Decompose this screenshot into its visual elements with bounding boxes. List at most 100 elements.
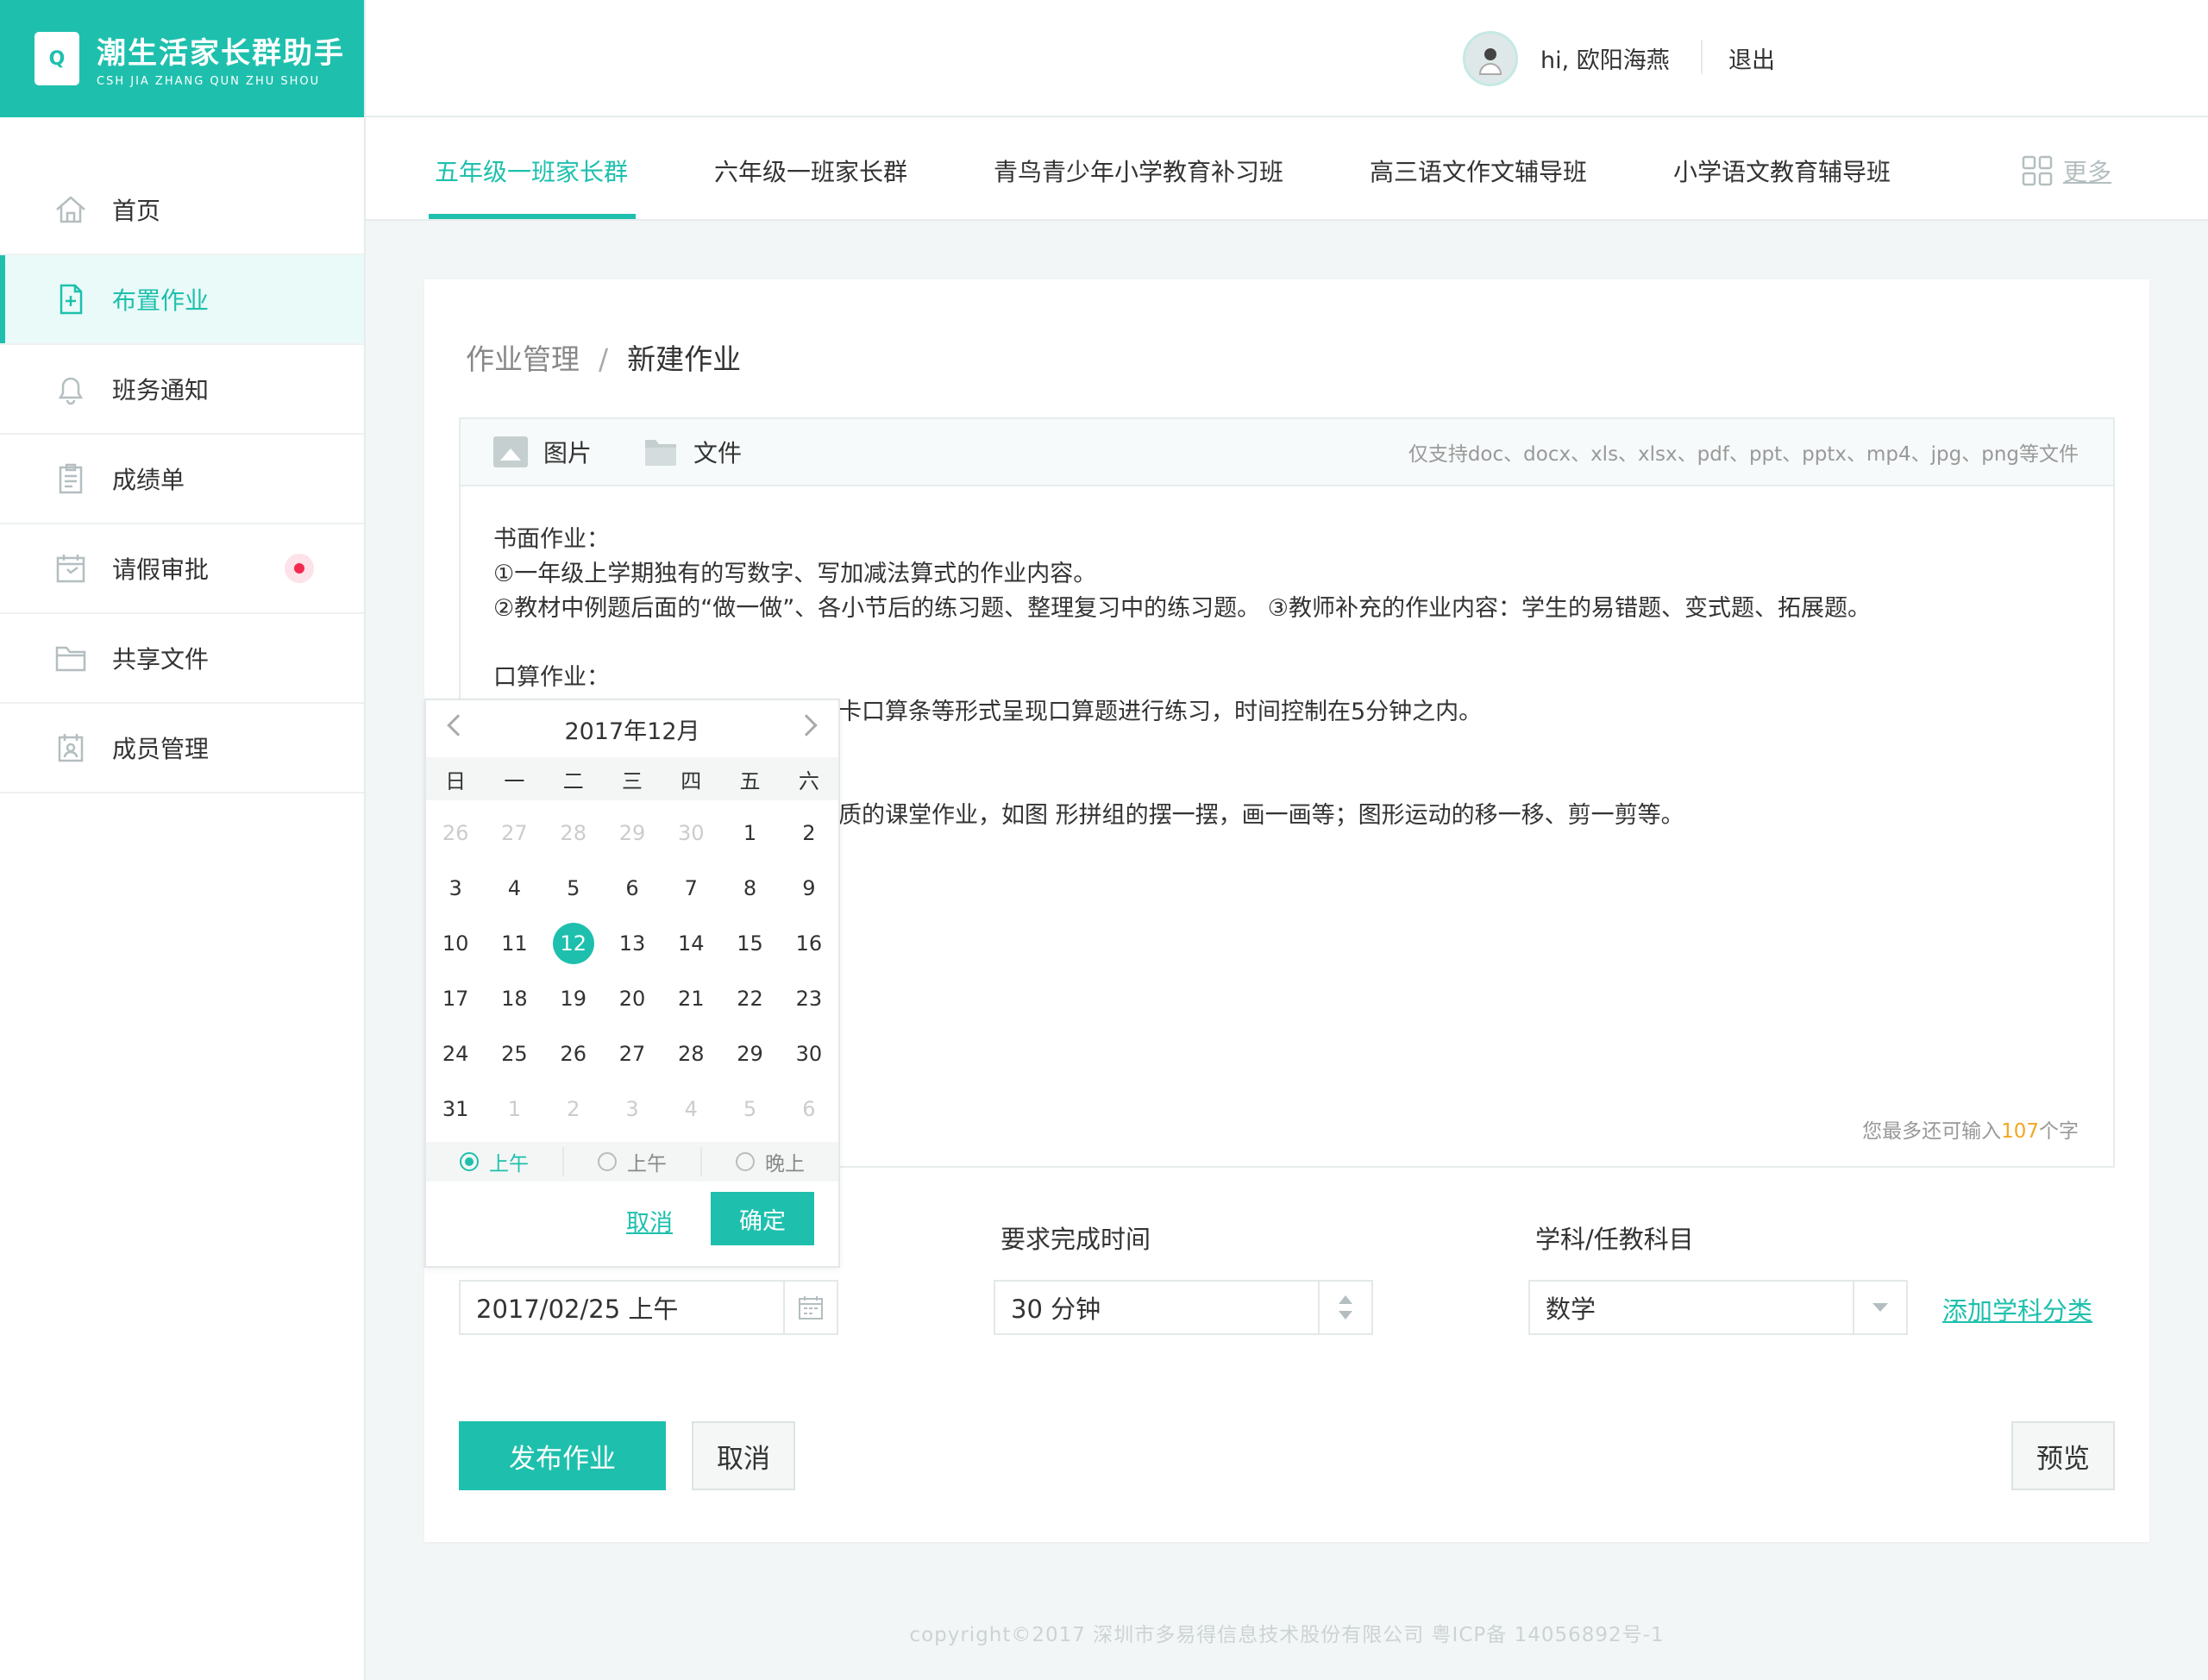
calendar-day[interactable]: 26: [544, 1026, 603, 1081]
calendar-icon: [56, 555, 85, 583]
sidebar-item-files[interactable]: 共享文件: [0, 614, 364, 704]
logout-button[interactable]: 退出: [1728, 41, 1775, 75]
calendar-day[interactable]: 1: [485, 1081, 543, 1137]
calendar-day[interactable]: 19: [544, 971, 603, 1026]
calendar-day[interactable]: 30: [780, 1026, 838, 1081]
sidebar-item-grades[interactable]: 成绩单: [0, 435, 364, 524]
subject-select[interactable]: 数学: [1528, 1280, 1908, 1335]
tab-group-2[interactable]: 六年级一班家长群: [714, 154, 907, 188]
tab-group-3[interactable]: 青鸟青少年小学教育补习班: [994, 154, 1283, 188]
calendar-day[interactable]: 14: [662, 916, 720, 971]
period-option[interactable]: 上午: [564, 1147, 702, 1176]
calendar-day[interactable]: 17: [426, 971, 485, 1026]
calendar-day[interactable]: 27: [603, 1026, 662, 1081]
sidebar-item-members[interactable]: 成员管理: [0, 704, 364, 793]
calendar-day[interactable]: 4: [485, 861, 543, 916]
cancel-button[interactable]: 取消: [692, 1421, 795, 1490]
calendar-day[interactable]: 9: [780, 861, 838, 916]
calendar-day[interactable]: 29: [603, 806, 662, 861]
calendar-day-selected[interactable]: 12: [544, 916, 603, 971]
chevron-down-icon: [1872, 1303, 1888, 1312]
date-picker-button[interactable]: [783, 1282, 837, 1333]
calendar-day[interactable]: 5: [544, 861, 603, 916]
period-label: 晚上: [765, 1153, 805, 1175]
more-tabs-button[interactable]: 更多: [2022, 154, 2111, 188]
calendar-day[interactable]: 30: [662, 806, 720, 861]
calendar-day[interactable]: 31: [426, 1081, 485, 1137]
calendar-day[interactable]: 10: [426, 916, 485, 971]
date-picker-cancel-button[interactable]: 取消: [626, 1204, 673, 1238]
calendar-day[interactable]: 21: [662, 971, 720, 1026]
calendar-day[interactable]: 28: [662, 1026, 720, 1081]
calendar-day[interactable]: 20: [603, 971, 662, 1026]
calendar-day[interactable]: 26: [426, 806, 485, 861]
calendar-day[interactable]: 2: [544, 1081, 603, 1137]
date-picker-confirm-button[interactable]: 确定: [711, 1192, 814, 1245]
calendar-day-number: 29: [737, 1042, 763, 1066]
editor-toolbar: 图片 文件 仅支持doc、docx、xls、xlsx、pdf、ppt、pptx、…: [461, 419, 2113, 486]
sidebar-item-label: 布置作业: [112, 286, 210, 315]
prev-month-icon[interactable]: [447, 714, 469, 737]
add-subject-category-link[interactable]: 添加学科分类: [1942, 1291, 2092, 1327]
stepper-arrows[interactable]: [1318, 1282, 1371, 1333]
sidebar-item-assignment[interactable]: 布置作业: [0, 255, 364, 345]
calendar-icon: [799, 1296, 823, 1320]
calendar-day[interactable]: 27: [485, 806, 543, 861]
calendar-day[interactable]: 1: [720, 806, 779, 861]
sidebar-item-home[interactable]: 首页: [0, 166, 364, 255]
calendar-day[interactable]: 7: [662, 861, 720, 916]
period-option[interactable]: 上午: [426, 1147, 564, 1176]
period-option[interactable]: 晚上: [702, 1147, 838, 1176]
calendar-day[interactable]: 8: [720, 861, 779, 916]
duration-stepper[interactable]: 30 分钟: [994, 1280, 1373, 1335]
insert-file-button[interactable]: 文件: [643, 435, 742, 469]
calendar-day-number: 27: [501, 821, 528, 845]
due-date-field[interactable]: 2017/02/25 上午: [459, 1280, 838, 1335]
date-picker-popup: 2017年12月 日一二三四五六 26 27 28 29 30 1 2 3 4 5 6 7 8 9 10 11…: [424, 699, 840, 1268]
app-logo[interactable]: Q 潮生活家长群助手 CSH JIA ZHANG QUN ZHU SHOU: [0, 0, 364, 117]
page-title: 新建作业: [627, 342, 742, 376]
calendar-day[interactable]: 18: [485, 971, 543, 1026]
calendar-day-number: 31: [442, 1097, 469, 1121]
calendar-day[interactable]: 3: [426, 861, 485, 916]
period-label: 上午: [627, 1153, 667, 1175]
calendar-day[interactable]: 5: [720, 1081, 779, 1137]
calendar-day[interactable]: 28: [544, 806, 603, 861]
avatar[interactable]: [1463, 31, 1518, 86]
logo-text: 潮生活家长群助手 CSH JIA ZHANG QUN ZHU SHOU: [97, 29, 345, 88]
calendar-day[interactable]: 29: [720, 1026, 779, 1081]
insert-image-button[interactable]: 图片: [493, 435, 592, 469]
duration-label: 要求完成时间: [1000, 1225, 1151, 1254]
sidebar-item-label: 请假审批: [112, 555, 210, 584]
tab-group-1[interactable]: 五年级一班家长群: [435, 154, 628, 188]
calendar-day-number: 21: [678, 987, 705, 1011]
tab-group-4[interactable]: 高三语文作文辅导班: [1370, 154, 1587, 188]
calendar-day[interactable]: 23: [780, 971, 838, 1026]
calendar-day[interactable]: 25: [485, 1026, 543, 1081]
publish-button[interactable]: 发布作业: [459, 1421, 666, 1490]
calendar-day[interactable]: 2: [780, 806, 838, 861]
calendar-day[interactable]: 11: [485, 916, 543, 971]
tab-group-5[interactable]: 小学语文教育辅导班: [1673, 154, 1891, 188]
calendar-day[interactable]: 4: [662, 1081, 720, 1137]
calendar-day[interactable]: 22: [720, 971, 779, 1026]
calendar-day[interactable]: 13: [603, 916, 662, 971]
calendar-day-number: 28: [678, 1042, 705, 1066]
grid-icon: [2022, 155, 2053, 186]
top-header: [366, 0, 2208, 117]
weekday-label: 三: [621, 768, 643, 793]
next-month-icon[interactable]: [795, 714, 818, 737]
preview-button[interactable]: 预览: [2011, 1421, 2115, 1490]
calendar-day-number: 22: [737, 987, 763, 1011]
calendar-day[interactable]: 15: [720, 916, 779, 971]
breadcrumb-parent[interactable]: 作业管理: [466, 342, 580, 376]
sidebar-item-leave[interactable]: 请假审批: [0, 524, 364, 614]
date-picker-month: 2017年12月: [564, 718, 700, 745]
calendar-day[interactable]: 3: [603, 1081, 662, 1137]
calendar-day[interactable]: 6: [603, 861, 662, 916]
calendar-day[interactable]: 24: [426, 1026, 485, 1081]
subject-dropdown-button[interactable]: [1853, 1282, 1906, 1333]
calendar-day[interactable]: 16: [780, 916, 838, 971]
calendar-day[interactable]: 6: [780, 1081, 838, 1137]
sidebar-item-notice[interactable]: 班务通知: [0, 345, 364, 435]
